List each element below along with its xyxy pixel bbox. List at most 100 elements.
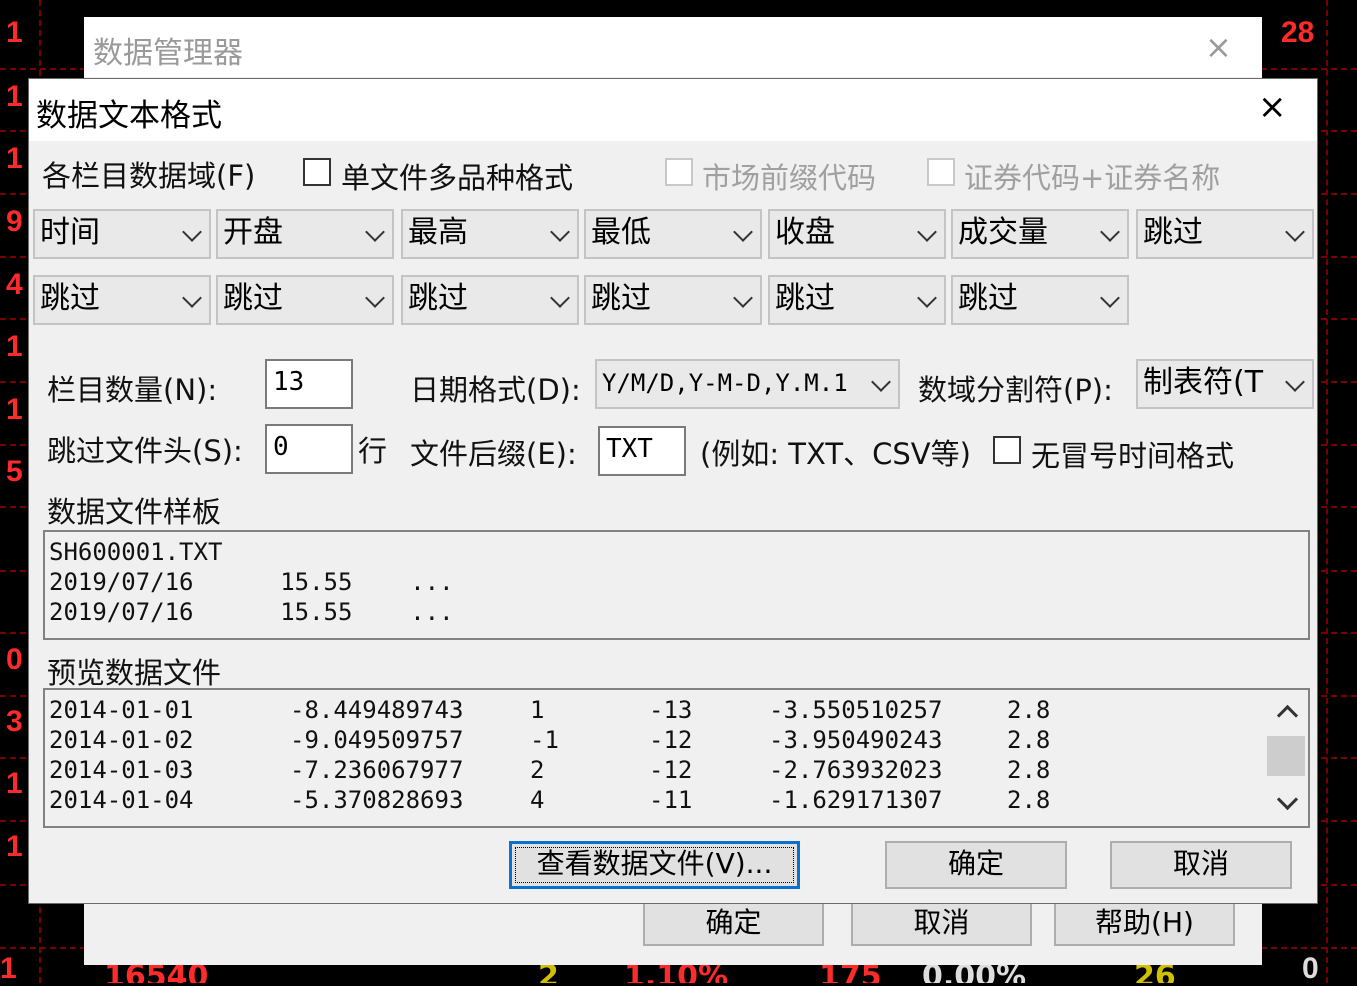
field-select-value: 收盘 (775, 215, 835, 250)
background-number: 5 (6, 455, 23, 488)
sample-line: 2019/07/16 15.55 ... (49, 598, 454, 626)
scrollbar-thumb[interactable] (1267, 736, 1305, 776)
scroll-up-icon[interactable] (1276, 704, 1299, 727)
background-number: 3 (6, 705, 23, 738)
field-select[interactable]: 跳过 (768, 275, 946, 325)
background-number: 0 (6, 643, 23, 676)
row-suffix-label: 行 (358, 434, 388, 468)
field-select[interactable]: 最低 (584, 209, 762, 259)
view-data-file-button[interactable]: 查看数据文件(V)... (509, 841, 800, 889)
field-select[interactable]: 跳过 (1136, 209, 1314, 259)
data-manager-help-button[interactable]: 帮助(H) (1054, 902, 1235, 946)
skip-header-input[interactable]: 0 (265, 424, 353, 474)
delimiter-value: 制表符(T (1143, 365, 1264, 400)
file-ext-input[interactable]: TXT (598, 426, 686, 476)
multi-file-checkbox[interactable] (303, 158, 331, 186)
field-select-value: 跳过 (775, 281, 835, 316)
field-select-value: 最高 (408, 215, 468, 250)
field-select-value: 成交量 (958, 215, 1048, 250)
chevron-down-icon (365, 222, 385, 242)
chevron-down-icon (550, 288, 570, 308)
preview-cell: -13 (649, 696, 693, 724)
market-prefix-label[interactable]: 市场前缀代码 (702, 155, 876, 197)
sample-line: SH600001.TXT (49, 538, 223, 566)
background-number: 1 (6, 330, 23, 363)
delimiter-select[interactable]: 制表符(T (1136, 359, 1314, 409)
field-select[interactable]: 跳过 (951, 275, 1129, 325)
sample-box: SH600001.TXT 2019/07/16 15.55 ... 2019/0… (43, 530, 1310, 640)
field-select[interactable]: 跳过 (401, 275, 579, 325)
preview-cell: 2.8 (1007, 786, 1051, 814)
preview-cell: 2014-01-03 (49, 756, 194, 784)
field-select-value: 时间 (40, 215, 100, 250)
chevron-down-icon (917, 222, 937, 242)
background-number: 1 (6, 393, 23, 426)
field-select-value: 跳过 (40, 281, 100, 316)
background-number: 26 (1134, 965, 1176, 983)
field-select[interactable]: 时间 (33, 209, 211, 259)
cancel-button[interactable]: 取消 (1110, 841, 1292, 889)
data-manager-cancel-button[interactable]: 取消 (851, 902, 1032, 946)
date-format-value: Y/M/D,Y-M-D,Y.M.1 (602, 369, 848, 397)
preview-cell: 1 (530, 696, 545, 724)
chevron-down-icon (365, 288, 385, 308)
preview-cell: 2.8 (1007, 726, 1051, 754)
dialog-title: 数据文本格式 (36, 98, 222, 134)
background-number: 1.10% (624, 965, 729, 983)
data-manager-close-icon[interactable]: × (1205, 30, 1232, 64)
preview-scrollbar[interactable] (1267, 692, 1305, 824)
background-number: 0 (1302, 952, 1319, 985)
field-select[interactable]: 跳过 (216, 275, 394, 325)
background-bottom-row: 16540 2 1.10% 175 0.00% 26 (84, 965, 1262, 983)
preview-cell: 2014-01-04 (49, 786, 194, 814)
preview-cell: -1 (530, 726, 559, 754)
ok-button[interactable]: 确定 (885, 841, 1067, 889)
no-colon-time-label[interactable]: 无冒号时间格式 (1031, 433, 1234, 475)
chevron-down-icon (182, 288, 202, 308)
background-number: 1 (6, 830, 23, 863)
preview-cell: 2014-01-02 (49, 726, 194, 754)
file-ext-example: (例如: TXT、CSV等) (700, 437, 971, 471)
chevron-down-icon (917, 288, 937, 308)
sample-label: 数据文件样板 (47, 495, 222, 529)
date-format-select[interactable]: Y/M/D,Y-M-D,Y.M.1 (595, 359, 900, 409)
field-select[interactable]: 成交量 (951, 209, 1129, 259)
market-prefix-checkbox[interactable] (665, 158, 693, 186)
background-number: 28 (1281, 16, 1315, 49)
dialog-close-icon[interactable]: × (1258, 88, 1287, 126)
scroll-down-icon[interactable] (1276, 788, 1299, 811)
field-select[interactable]: 跳过 (584, 275, 762, 325)
preview-cell: -1.629171307 (769, 786, 943, 814)
field-select-value: 开盘 (223, 215, 283, 250)
chevron-down-icon (182, 222, 202, 242)
field-select[interactable]: 跳过 (33, 275, 211, 325)
no-colon-time-checkbox[interactable] (993, 436, 1021, 464)
code-name-checkbox[interactable] (927, 158, 955, 186)
preview-cell: -3.950490243 (769, 726, 943, 754)
grid-line (1326, 0, 1328, 983)
code-name-label[interactable]: 证券代码+证券名称 (964, 155, 1220, 197)
preview-cell: -5.370828693 (290, 786, 464, 814)
background-number: 1 (6, 80, 23, 113)
background-number: 1 (6, 16, 23, 49)
field-select[interactable]: 最高 (401, 209, 579, 259)
preview-cell: 4 (530, 786, 545, 814)
preview-cell: -9.049509757 (290, 726, 464, 754)
background-number: 2 (538, 965, 559, 983)
multi-file-label[interactable]: 单文件多品种格式 (341, 155, 573, 197)
background-number: 175 (819, 965, 882, 983)
column-count-input[interactable]: 13 (265, 359, 353, 409)
preview-cell: -12 (649, 726, 693, 754)
file-ext-label: 文件后缀(E): (410, 437, 577, 471)
background-number: 1 (0, 952, 17, 985)
data-manager-ok-button[interactable]: 确定 (643, 902, 824, 946)
chevron-down-icon (871, 372, 891, 392)
chevron-down-icon (1285, 372, 1305, 392)
preview-box: 2014-01-01 -8.449489743 1 -13 -3.550510257 2.… (43, 688, 1310, 828)
preview-cell: 2 (530, 756, 545, 784)
field-select[interactable]: 收盘 (768, 209, 946, 259)
preview-cell: 2.8 (1007, 696, 1051, 724)
fields-label: 各栏目数据域(F) (42, 159, 256, 193)
field-select[interactable]: 开盘 (216, 209, 394, 259)
background-number: 4 (6, 268, 23, 301)
